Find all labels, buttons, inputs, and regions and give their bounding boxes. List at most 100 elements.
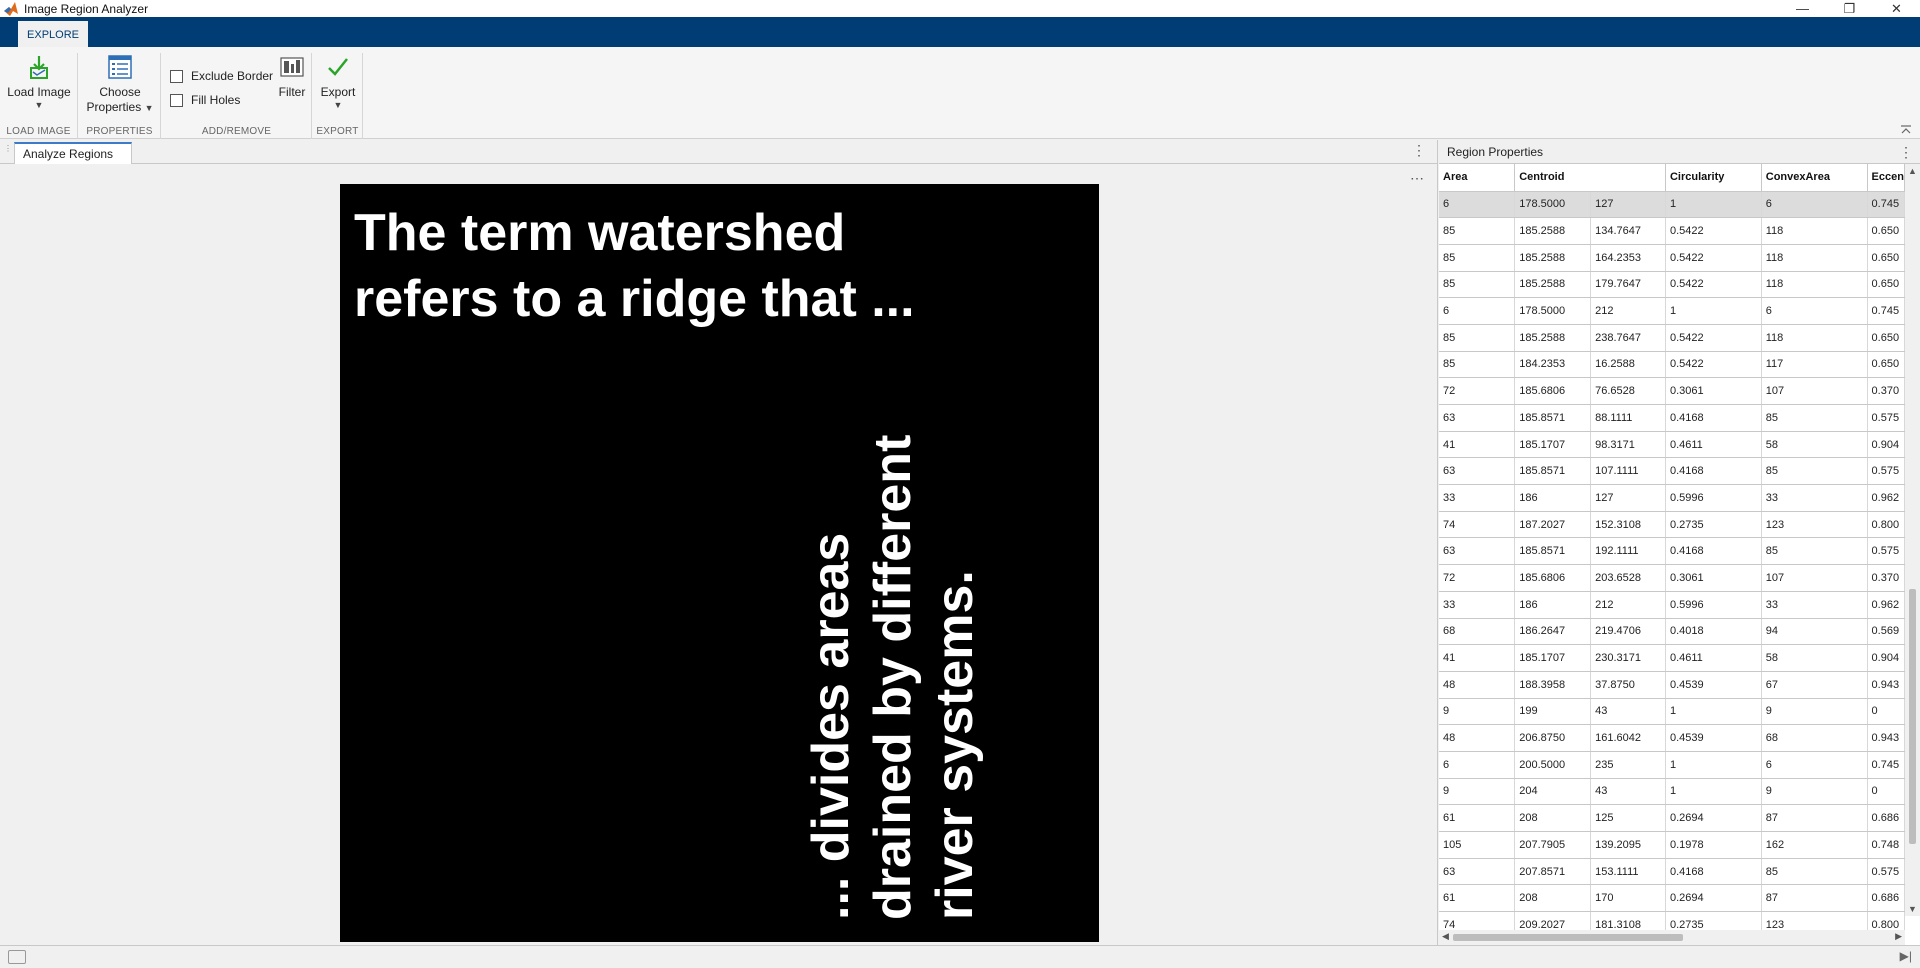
table-cell[interactable]: 63 [1439, 537, 1516, 566]
table-cell[interactable]: 186 [1514, 484, 1592, 512]
table-cell[interactable]: 185.2588 [1514, 271, 1592, 299]
table-cell[interactable]: 33 [1439, 591, 1516, 619]
scroll-right-icon[interactable]: ▶ [1895, 931, 1902, 942]
table-cell[interactable]: 185.1707 [1514, 431, 1592, 459]
table-cell[interactable]: 6 [1761, 297, 1868, 325]
fill-holes-checkbox[interactable]: Fill Holes [170, 93, 240, 107]
table-cell[interactable]: 68 [1439, 618, 1516, 646]
load-image-button[interactable]: Load Image ▼ [4, 53, 74, 110]
table-cell[interactable]: 48 [1439, 671, 1516, 699]
table-cell[interactable]: 0.943 [1867, 671, 1905, 699]
table-cell[interactable]: 87 [1761, 804, 1868, 832]
table-cell[interactable]: 6 [1439, 297, 1516, 325]
tab-analyze-regions[interactable]: Analyze Regions [14, 142, 132, 164]
table-cell[interactable]: 0.575 [1867, 858, 1905, 886]
table-cell[interactable]: 0.4168 [1665, 858, 1762, 886]
table-row[interactable]: 6 200.5000 235 1 6 0.745 [1439, 751, 1905, 779]
choose-properties-button[interactable]: Choose Properties ▼ [85, 53, 155, 115]
column-header-circularity[interactable]: Circularity [1665, 164, 1762, 192]
table-cell[interactable]: 0.745 [1867, 751, 1905, 779]
image-options-icon[interactable]: ⋯ [1410, 170, 1424, 187]
table-cell[interactable]: 61 [1439, 884, 1516, 913]
table-cell[interactable]: 0.2735 [1665, 511, 1762, 539]
table-cell[interactable]: 219.4706 [1590, 618, 1666, 646]
table-row[interactable]: 74 187.2027 152.3108 0.2735 123 0.800 [1439, 511, 1905, 539]
table-cell[interactable]: 118 [1761, 244, 1868, 272]
table-row[interactable]: 85 184.2353 16.2588 0.5422 117 0.650 [1439, 351, 1905, 379]
table-cell[interactable]: 235 [1590, 751, 1666, 779]
horizontal-scrollbar[interactable]: ◀ ▶ [1439, 930, 1905, 945]
table-cell[interactable]: 0.748 [1867, 831, 1905, 859]
table-row[interactable]: 85 185.2588 164.2353 0.5422 118 0.650 [1439, 244, 1905, 272]
table-cell[interactable]: 208 [1514, 804, 1592, 832]
table-cell[interactable]: 127 [1590, 484, 1666, 512]
table-row[interactable]: 61 208 125 0.2694 87 0.686 [1439, 804, 1905, 832]
table-cell[interactable]: 67 [1761, 671, 1868, 699]
table-cell[interactable]: 0.4611 [1665, 431, 1762, 459]
table-cell[interactable]: 162 [1761, 831, 1868, 859]
table-cell[interactable]: 0.4168 [1665, 537, 1762, 566]
table-cell[interactable]: 107 [1761, 377, 1868, 405]
table-cell[interactable]: 37.8750 [1590, 671, 1666, 699]
table-cell[interactable]: 61 [1439, 804, 1516, 832]
table-row[interactable]: 63 207.8571 153.1111 0.4168 85 0.575 [1439, 858, 1905, 886]
table-cell[interactable]: 0.904 [1867, 644, 1905, 672]
table-row[interactable]: 85 185.2588 238.7647 0.5422 118 0.650 [1439, 324, 1905, 352]
table-cell[interactable]: 185.8571 [1514, 537, 1592, 566]
table-cell[interactable]: 63 [1439, 858, 1516, 886]
table-row[interactable]: 9 204 43 1 9 0 [1439, 778, 1905, 806]
table-cell[interactable]: 0.1978 [1665, 831, 1762, 859]
collapse-toolstrip-icon[interactable] [1900, 125, 1912, 138]
table-cell[interactable]: 118 [1761, 271, 1868, 299]
table-cell[interactable]: 0.962 [1867, 484, 1905, 512]
table-cell[interactable]: 0.650 [1867, 351, 1905, 379]
table-cell[interactable]: 0.4018 [1665, 618, 1762, 646]
table-row[interactable]: 63 185.8571 88.1111 0.4168 85 0.575 [1439, 404, 1905, 432]
table-cell[interactable]: 212 [1590, 297, 1666, 325]
table-cell[interactable]: 1 [1665, 778, 1762, 806]
table-cell[interactable]: 85 [1439, 351, 1516, 379]
table-cell[interactable]: 0.5422 [1665, 217, 1762, 245]
table-cell[interactable]: 185.8571 [1514, 404, 1592, 432]
filter-button[interactable]: Filter [274, 53, 310, 100]
vertical-scroll-thumb[interactable] [1909, 589, 1916, 844]
table-cell[interactable]: 33 [1761, 591, 1868, 619]
table-cell[interactable]: 123 [1761, 911, 1868, 930]
table-cell[interactable]: 16.2588 [1590, 351, 1666, 379]
table-cell[interactable]: 33 [1761, 484, 1868, 512]
panel-menu-icon[interactable]: ⋮ [1899, 144, 1913, 161]
exclude-border-checkbox[interactable]: Exclude Border [170, 69, 273, 83]
table-row[interactable]: 74 209.2027 181.3108 0.2735 123 0.800 [1439, 911, 1905, 930]
table-row[interactable]: 48 206.8750 161.6042 0.4539 68 0.943 [1439, 724, 1905, 752]
table-cell[interactable]: 0.745 [1867, 297, 1905, 325]
table-cell[interactable]: 41 [1439, 644, 1516, 672]
table-cell[interactable]: 0.2694 [1665, 804, 1762, 832]
table-row[interactable]: 9 199 43 1 9 0 [1439, 698, 1905, 726]
table-cell[interactable]: 72 [1439, 564, 1516, 592]
vertical-scrollbar[interactable]: ▲ ▼ [1905, 164, 1920, 916]
table-row[interactable]: 33 186 127 0.5996 33 0.962 [1439, 484, 1905, 512]
table-cell[interactable]: 199 [1514, 698, 1592, 726]
table-row[interactable]: 33 186 212 0.5996 33 0.962 [1439, 591, 1905, 619]
table-cell[interactable]: 0.650 [1867, 217, 1905, 245]
table-cell[interactable]: 185.2588 [1514, 217, 1592, 245]
table-cell[interactable]: 43 [1590, 698, 1666, 726]
table-cell[interactable]: 85 [1761, 537, 1868, 566]
table-cell[interactable]: 85 [1439, 217, 1516, 245]
table-cell[interactable]: 9 [1439, 698, 1516, 726]
table-cell[interactable]: 0.3061 [1665, 377, 1762, 405]
table-cell[interactable]: 0.575 [1867, 537, 1905, 566]
table-cell[interactable]: 185.1707 [1514, 644, 1592, 672]
table-cell[interactable]: 58 [1761, 431, 1868, 459]
column-header-centroid[interactable]: Centroid [1514, 164, 1666, 192]
export-button[interactable]: Export ▼ [315, 53, 361, 110]
status-resize-icon[interactable]: ▶| [1900, 949, 1912, 963]
table-cell[interactable]: 127 [1590, 191, 1666, 219]
table-cell[interactable]: 48 [1439, 724, 1516, 752]
table-cell[interactable]: 0.5422 [1665, 324, 1762, 352]
table-cell[interactable]: 1 [1665, 698, 1762, 726]
table-cell[interactable]: 204 [1514, 778, 1592, 806]
table-cell[interactable]: 152.3108 [1590, 511, 1666, 539]
panel-menu-icon[interactable]: ⋮ [1412, 142, 1426, 159]
table-row[interactable]: 72 185.6806 203.6528 0.3061 107 0.370 [1439, 564, 1905, 592]
